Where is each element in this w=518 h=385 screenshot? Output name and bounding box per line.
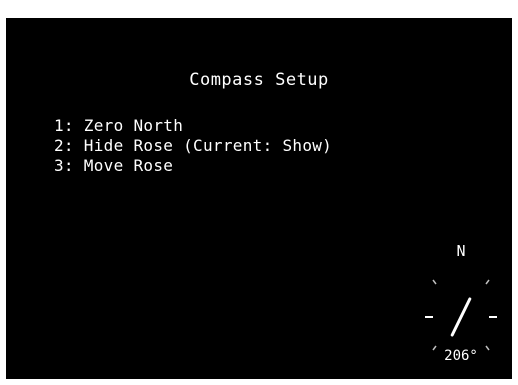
compass-setup-menu: 1: Zero North 2: Hide Rose (Current: Sho… (54, 116, 332, 176)
game-screen: Compass Setup 1: Zero North 2: Hide Rose… (6, 18, 512, 379)
menu-item-zero-north[interactable]: 1: Zero North (54, 116, 332, 136)
compass-needle (450, 297, 472, 337)
menu-item-move-rose[interactable]: 3: Move Rose (54, 156, 332, 176)
compass-tick-nw (432, 279, 437, 285)
menu-item-hide-rose[interactable]: 2: Hide Rose (Current: Show) (54, 136, 332, 156)
top-strip (0, 0, 518, 18)
compass-rose: N 206° (411, 236, 512, 376)
menu-title: Compass Setup (189, 70, 329, 90)
compass-north-label: N (456, 242, 466, 260)
compass-heading-readout: 206° (444, 348, 478, 364)
compass-tick-ne (485, 279, 490, 285)
